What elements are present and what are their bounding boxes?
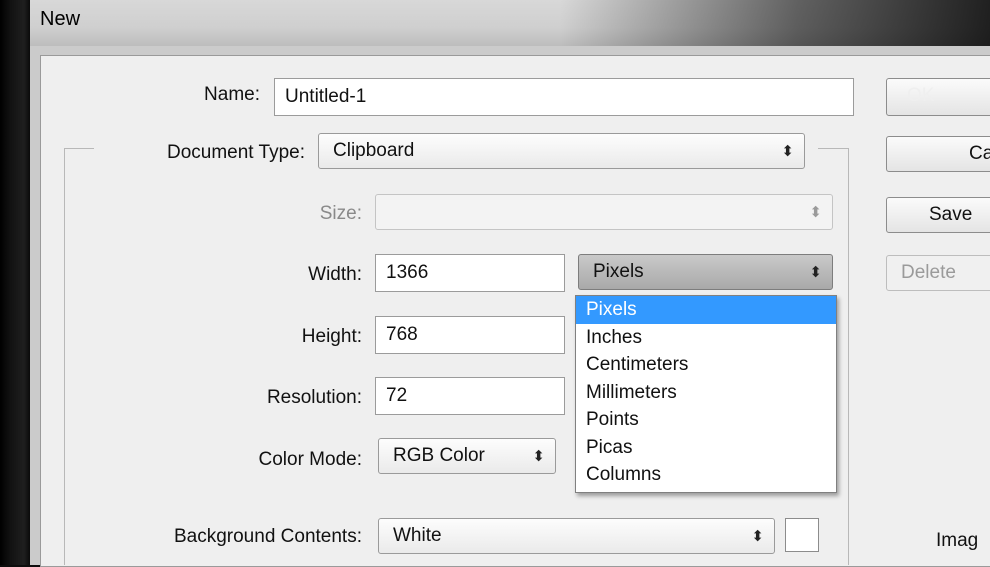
resolution-label: Resolution: <box>266 387 362 408</box>
document-type-label: Document Type: <box>166 142 305 163</box>
size-select[interactable]: ⬍ <box>375 194 833 230</box>
background-contents-value: White <box>393 525 442 546</box>
unit-option-points[interactable]: Points <box>576 406 836 434</box>
delete-preset-button[interactable]: Delete <box>886 255 990 291</box>
up-down-arrows-icon: ⬍ <box>781 142 794 160</box>
name-label: Name: <box>204 84 260 105</box>
background-color-swatch[interactable] <box>785 518 819 552</box>
image-size-label: Imag <box>936 530 979 551</box>
size-label: Size: <box>319 203 362 224</box>
width-unit-select[interactable]: Pixels ⬍ <box>578 254 833 290</box>
document-type-select[interactable]: Clipboard ⬍ <box>318 133 805 169</box>
width-unit-value: Pixels <box>593 261 644 282</box>
width-input[interactable]: 1366 <box>375 254 565 292</box>
save-preset-button[interactable]: Save <box>886 197 990 233</box>
background-window-edge <box>0 0 30 565</box>
ok-button[interactable]: OK <box>886 78 990 116</box>
window-title: New <box>40 8 81 30</box>
color-mode-value: RGB Color <box>393 445 485 466</box>
up-down-arrows-icon: ⬍ <box>751 527 764 545</box>
up-down-arrows-icon: ⬍ <box>532 447 545 465</box>
height-label: Height: <box>301 326 362 347</box>
unit-option-inches[interactable]: Inches <box>576 324 836 352</box>
unit-option-columns[interactable]: Columns <box>576 461 836 489</box>
group-box-top-right <box>818 148 848 149</box>
background-contents-select[interactable]: White ⬍ <box>378 518 775 554</box>
up-down-arrows-icon: ⬍ <box>809 263 822 281</box>
unit-option-picas[interactable]: Picas <box>576 434 836 462</box>
up-down-arrows-icon: ⬍ <box>809 203 822 221</box>
unit-option-centimeters[interactable]: Centimeters <box>576 351 836 379</box>
background-contents-label: Background Contents: <box>173 526 362 547</box>
group-box-left <box>64 148 65 565</box>
unit-option-pixels[interactable]: Pixels <box>576 296 836 324</box>
group-box-top-left <box>64 148 94 149</box>
width-label: Width: <box>308 264 362 285</box>
resolution-input[interactable]: 72 <box>375 377 565 415</box>
unit-option-millimeters[interactable]: Millimeters <box>576 379 836 407</box>
document-type-value: Clipboard <box>333 140 415 161</box>
name-input[interactable]: Untitled-1 <box>274 78 854 116</box>
group-box-right <box>848 148 849 565</box>
color-mode-label: Color Mode: <box>258 449 363 470</box>
height-input[interactable]: 768 <box>375 316 565 354</box>
cancel-button[interactable]: Ca <box>886 136 990 172</box>
title-bar: New <box>30 0 990 47</box>
unit-dropdown-list: Pixels Inches Centimeters Millimeters Po… <box>575 295 837 493</box>
color-mode-select[interactable]: RGB Color ⬍ <box>378 438 556 474</box>
